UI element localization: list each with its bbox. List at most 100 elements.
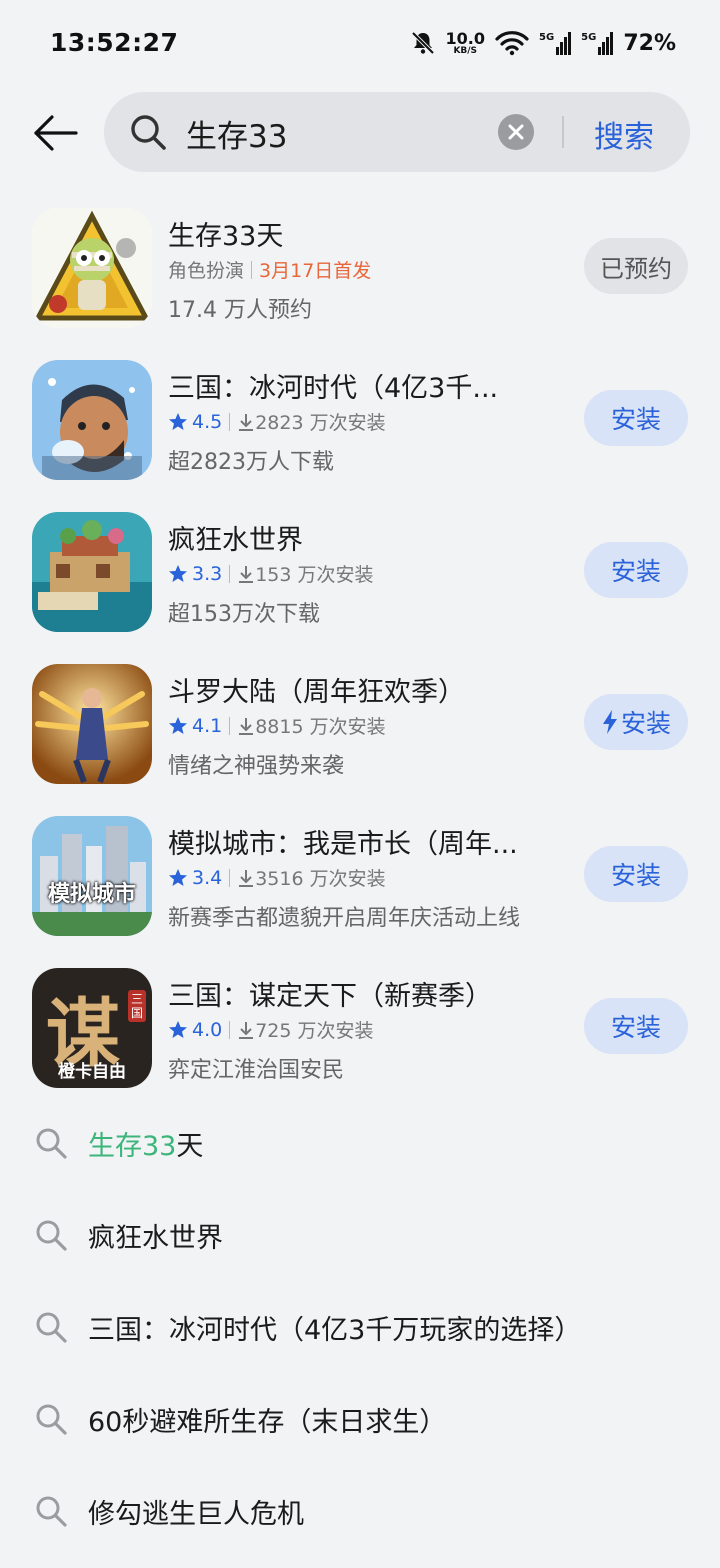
app-description: 超2823万人下载 xyxy=(168,450,334,475)
app-title: 模拟城市：我是市长（周年... xyxy=(168,829,518,860)
meta-divider xyxy=(229,868,231,887)
icon-caption: 橙卡自由 xyxy=(58,1062,126,1082)
install-count: 2823 万次安装 xyxy=(255,412,386,434)
app-title: 斗罗大陆（周年狂欢季） xyxy=(168,677,465,708)
app-description: 弈定江淮治国安民 xyxy=(168,1058,345,1083)
download-icon xyxy=(239,1021,254,1039)
cell-signal-2-icon: 5G xyxy=(581,31,614,55)
install-button[interactable]: 安装 xyxy=(584,390,688,446)
app-icon xyxy=(32,208,152,328)
back-arrow-icon xyxy=(34,115,78,151)
lightning-icon xyxy=(602,710,617,734)
app-title: 生存33天 xyxy=(168,221,284,252)
app-meta: 3.3 153 万次安装 xyxy=(168,560,374,587)
app-icon xyxy=(32,512,152,632)
install-count: 725 万次安装 xyxy=(255,1020,374,1042)
download-icon xyxy=(239,565,254,583)
search-suggestion[interactable]: 生存33天 xyxy=(0,1102,720,1182)
status-bar: 13:52:27 10.0 KB/S 5G 5G 72% xyxy=(0,0,720,92)
star-icon xyxy=(169,868,187,886)
search-suggestion[interactable]: 60秒避难所生存（末日求生） xyxy=(0,1378,720,1458)
suggestion-text: 60秒避难所生存（末日求生） xyxy=(88,1407,447,1438)
battery-level: 72% xyxy=(623,30,676,56)
download-icon xyxy=(239,869,254,887)
suggestion-text: 三国：冰河时代（4亿3千万玩家的选择） xyxy=(88,1315,582,1346)
suggestion-text: 疯狂水世界 xyxy=(88,1223,223,1254)
download-icon xyxy=(239,413,254,431)
search-icon xyxy=(36,1404,67,1435)
wifi-icon xyxy=(495,31,529,56)
app-meta: 3.4 3516 万次安装 xyxy=(168,864,386,891)
app-description: 17.4 万人预约 xyxy=(168,298,312,323)
app-rating: 4.5 xyxy=(168,411,222,433)
network-speed: 10.0 KB/S xyxy=(445,28,485,56)
icon-badge: 三国 xyxy=(128,990,146,1022)
search-suggestion[interactable]: 三国：冰河时代（4亿3千万玩家的选择） xyxy=(0,1286,720,1366)
download-icon xyxy=(239,717,254,735)
app-rating: 4.0 xyxy=(168,1019,222,1041)
app-title: 三国：谋定天下（新赛季） xyxy=(168,981,492,1012)
install-button[interactable]: 安装 xyxy=(584,998,688,1054)
install-count: 3516 万次安装 xyxy=(255,868,386,890)
status-time: 13:52:27 xyxy=(50,28,179,57)
app-meta: 4.5 2823 万次安装 xyxy=(168,408,386,435)
app-description: 情绪之神强势来袭 xyxy=(168,754,345,779)
app-title: 疯狂水世界 xyxy=(168,525,303,556)
bell-muted-icon xyxy=(411,31,434,55)
app-list-item[interactable]: 谋 三国 橙卡自由 三国：谋定天下（新赛季） 4.0 725 万次安装 弈定江淮… xyxy=(0,968,720,1108)
cell-signal-1-icon: 5G xyxy=(539,31,572,55)
release-date: 3月17日首发 xyxy=(259,260,372,282)
meta-divider xyxy=(229,564,231,583)
search-input[interactable]: 生存33 xyxy=(186,111,287,156)
meta-divider xyxy=(229,412,231,431)
status-icons: 10.0 KB/S 5G 5G 72% xyxy=(410,28,676,56)
app-list-item[interactable]: 生存33天 角色扮演 3月17日首发 17.4 万人预约 已预约 xyxy=(0,208,720,348)
meta-divider xyxy=(229,716,231,735)
app-meta: 4.0 725 万次安装 xyxy=(168,1016,374,1043)
app-meta: 角色扮演 3月17日首发 xyxy=(168,256,371,283)
install-button[interactable]: 安装 xyxy=(584,846,688,902)
star-icon xyxy=(169,412,187,430)
app-list-item[interactable]: 疯狂水世界 3.3 153 万次安装 超153万次下载 安装 xyxy=(0,512,720,652)
star-icon xyxy=(169,564,187,582)
app-list-item[interactable]: 三国：冰河时代（4亿3千... 4.5 2823 万次安装 超2823万人下载 … xyxy=(0,360,720,500)
app-icon xyxy=(32,664,152,784)
search-bar[interactable]: 生存33 搜索 xyxy=(104,92,690,172)
app-list-item[interactable]: 斗罗大陆（周年狂欢季） 4.1 8815 万次安装 情绪之神强势来袭 安装 xyxy=(0,664,720,804)
meta-divider xyxy=(229,1020,231,1039)
app-list-item[interactable]: 模拟城市 模拟城市：我是市长（周年... 3.4 3516 万次安装 新赛季古都… xyxy=(0,816,720,956)
app-meta: 4.1 8815 万次安装 xyxy=(168,712,386,739)
back-button[interactable] xyxy=(30,108,80,158)
search-suggestion[interactable]: 疯狂水世界 xyxy=(0,1194,720,1274)
suggestion-text: 生存33天 xyxy=(88,1131,204,1162)
search-button[interactable]: 搜索 xyxy=(594,112,654,156)
icon-caption: 模拟城市 xyxy=(47,882,136,907)
suggestion-text: 修勾逃生巨人危机 xyxy=(88,1499,304,1530)
search-icon xyxy=(128,112,168,152)
star-icon xyxy=(169,1020,187,1038)
star-icon xyxy=(169,716,187,734)
app-title: 三国：冰河时代（4亿3千... xyxy=(168,373,499,404)
search-icon xyxy=(36,1312,67,1343)
app-rating: 4.1 xyxy=(168,715,222,737)
close-icon xyxy=(508,124,524,140)
app-rating: 3.3 xyxy=(168,563,222,585)
search-divider xyxy=(562,116,564,148)
install-button[interactable]: 安装 xyxy=(584,542,688,598)
search-icon xyxy=(36,1496,67,1527)
meta-divider xyxy=(251,260,253,279)
search-icon xyxy=(36,1220,67,1251)
install-count: 8815 万次安装 xyxy=(255,716,386,738)
reserved-button[interactable]: 已预约 xyxy=(584,238,688,294)
search-suggestion[interactable]: 修勾逃生巨人危机 xyxy=(0,1470,720,1550)
app-rating: 3.4 xyxy=(168,867,222,889)
app-category: 角色扮演 xyxy=(168,260,245,282)
app-icon xyxy=(32,360,152,480)
app-icon: 谋 三国 橙卡自由 xyxy=(32,968,152,1088)
app-description: 超153万次下载 xyxy=(168,602,320,627)
fast-install-button[interactable]: 安装 xyxy=(584,694,688,750)
search-icon xyxy=(36,1128,67,1159)
clear-search-button[interactable] xyxy=(498,114,534,150)
app-icon: 模拟城市 xyxy=(32,816,152,936)
app-description: 新赛季古都遗貌开启周年庆活动上线 xyxy=(168,906,521,931)
